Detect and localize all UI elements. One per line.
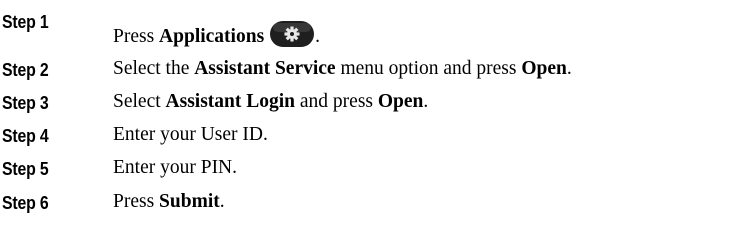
step-label: Step 5 xyxy=(2,159,49,179)
step-label: Step 2 xyxy=(2,60,49,80)
instruction-text: Select xyxy=(113,91,166,112)
step-instruction: Enter your PIN. xyxy=(113,157,237,179)
instruction-text: . xyxy=(423,91,429,112)
ui-term: Assistant Service xyxy=(194,58,336,79)
ui-term: Open xyxy=(521,58,567,79)
instruction-text: Enter your PIN. xyxy=(113,157,238,178)
ui-term: Submit xyxy=(159,191,220,212)
instruction-text: . xyxy=(566,58,572,79)
step-list: Step 1 Press Applications. Step 2 Select th… xyxy=(0,0,742,249)
step-instruction: Enter your User ID. xyxy=(113,124,268,146)
instruction-text: . xyxy=(219,191,225,212)
step-item: Step 6 Press Submit. xyxy=(0,0,742,213)
step-label: Step 3 xyxy=(2,93,49,113)
ui-term: Assistant Login xyxy=(165,91,296,112)
step-instruction: Select the Assistant Service menu option… xyxy=(113,58,572,80)
step-instruction: Select Assistant Login and press Open. xyxy=(113,91,428,113)
step-label: Step 6 xyxy=(2,193,49,213)
instruction-text: Enter your User ID. xyxy=(113,124,268,145)
instruction-text: menu option and press xyxy=(335,58,522,79)
instruction-text: Press xyxy=(113,191,160,212)
instruction-text: Select the xyxy=(113,58,195,79)
step-instruction: Press Submit. xyxy=(113,191,225,213)
step-label: Step 4 xyxy=(2,126,49,146)
instruction-text: and press xyxy=(295,91,378,112)
ui-term: Open xyxy=(377,91,424,112)
